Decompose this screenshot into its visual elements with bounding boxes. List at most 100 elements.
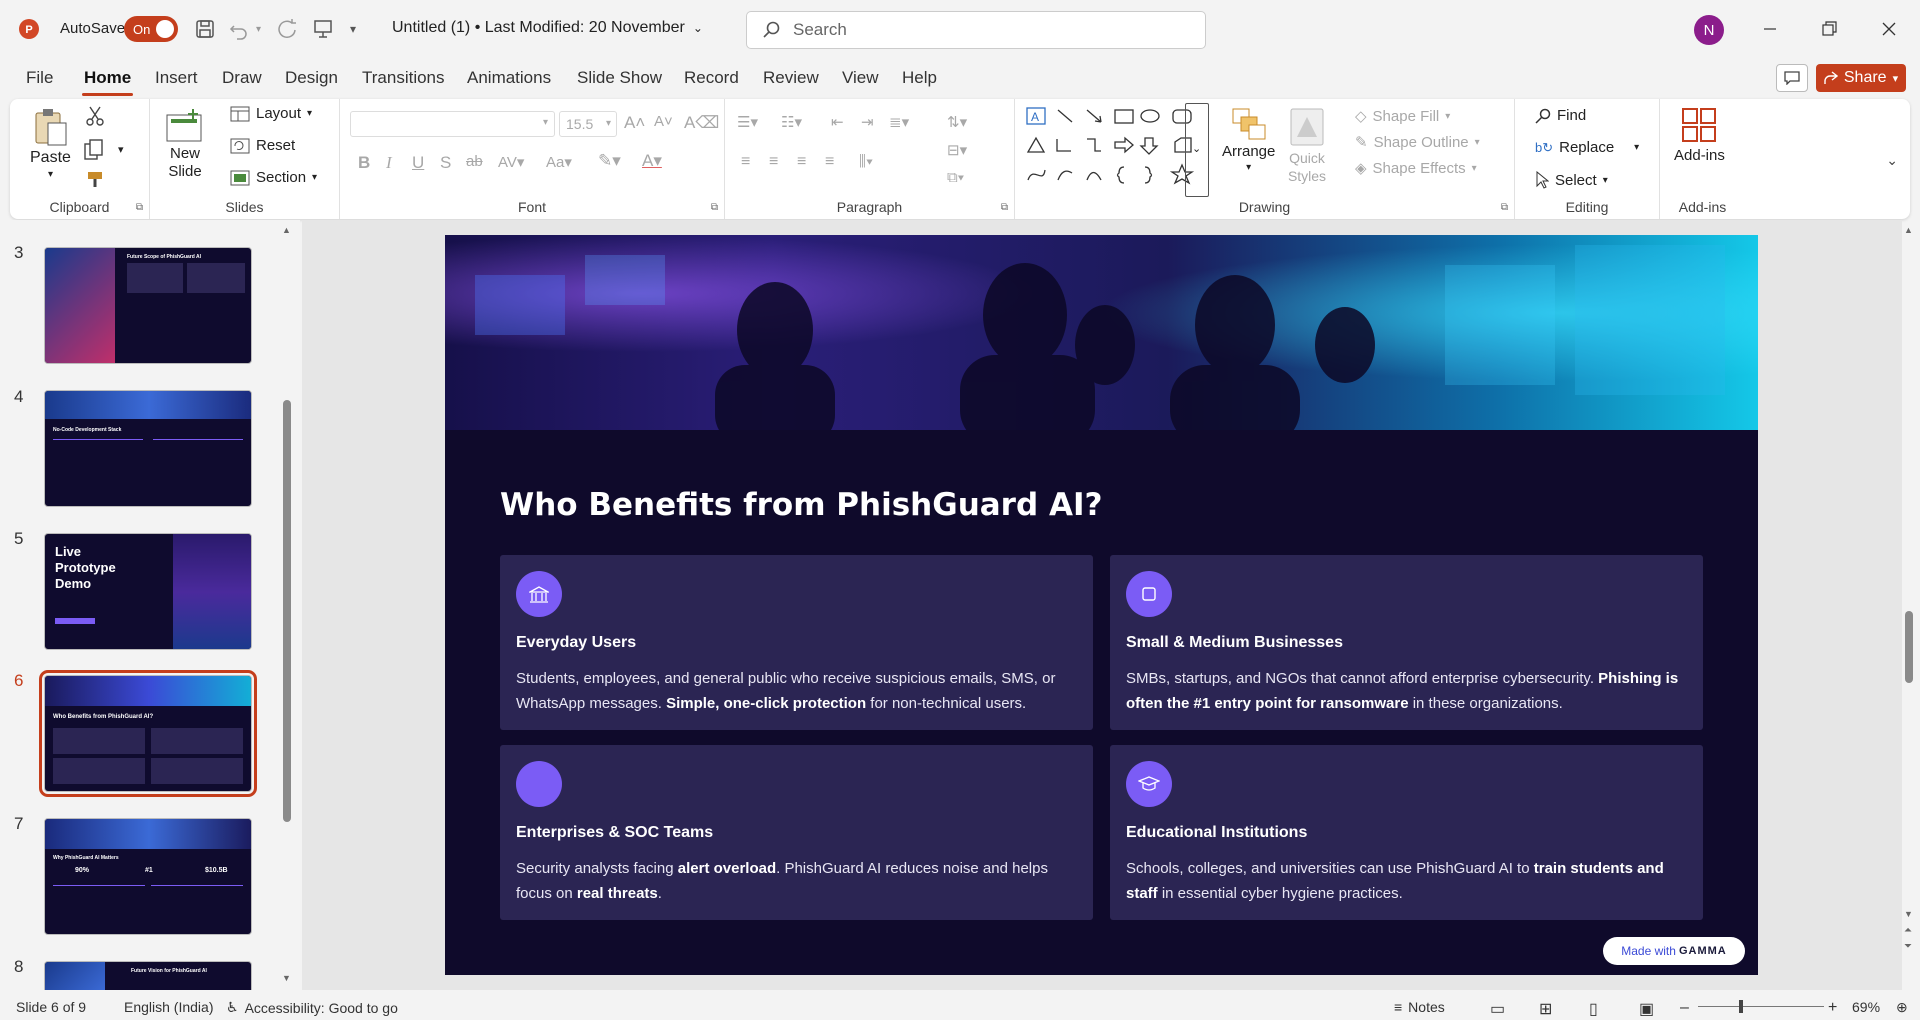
align-right-icon[interactable]: ≡ [797, 153, 806, 171]
benefit-card[interactable]: Enterprises & SOC Teams Security analyst… [500, 745, 1093, 920]
dialog-launcher-icon[interactable]: ⧉ [1501, 202, 1508, 213]
align-center-icon[interactable]: ≡ [769, 153, 778, 171]
new-slide-button[interactable]: New Slide [162, 107, 208, 181]
font-family-select[interactable]: ▾ [350, 111, 555, 137]
tab-record[interactable]: Record [684, 68, 739, 88]
underline-icon[interactable]: U [412, 153, 424, 173]
copy-dropdown-icon[interactable]: ▾ [118, 143, 124, 156]
dialog-launcher-icon[interactable]: ⧉ [1001, 202, 1008, 213]
slideshow-icon[interactable]: ▣ [1639, 999, 1654, 1019]
tab-home[interactable]: Home [81, 68, 134, 96]
slide-count[interactable]: Slide 6 of 9 [16, 999, 86, 1015]
customize-toolbar-icon[interactable]: ▾ [350, 22, 356, 36]
decrease-indent-icon[interactable]: ⇤ [831, 113, 844, 131]
save-icon[interactable] [194, 18, 216, 40]
arrange-button[interactable]: Arrange ▾ [1222, 107, 1275, 173]
align-left-icon[interactable]: ≡ [741, 153, 750, 171]
align-text-icon[interactable]: ⊟▾ [947, 141, 967, 159]
thumbnail-scroll-thumb[interactable] [283, 400, 291, 822]
font-color-icon[interactable]: A▾ [642, 151, 662, 171]
normal-view-icon[interactable]: ▭ [1490, 999, 1505, 1019]
collapse-ribbon-icon[interactable]: ⌄ [1886, 152, 1898, 169]
bullets-icon[interactable]: ☰▾ [737, 113, 758, 131]
section-button[interactable]: Section ▾ [230, 169, 317, 186]
slide-thumbnail-3[interactable]: Future Scope of PhishGuard AI [44, 247, 252, 364]
slide-title[interactable]: Who Benefits from PhishGuard AI? [500, 487, 1102, 523]
italic-icon[interactable]: I [386, 153, 392, 173]
character-spacing-icon[interactable]: AV▾ [498, 153, 524, 171]
tab-design[interactable]: Design [285, 68, 338, 88]
zoom-slider-thumb[interactable] [1739, 1000, 1744, 1013]
replace-button[interactable]: b↻ Replace ▾ [1535, 139, 1639, 156]
current-slide[interactable]: Who Benefits from PhishGuard AI? Everyda… [445, 235, 1758, 975]
scroll-up-icon[interactable]: ▲ [1904, 225, 1913, 235]
zoom-level[interactable]: 69% [1852, 999, 1880, 1015]
undo-dropdown-icon[interactable]: ▾ [256, 24, 261, 35]
tab-transitions[interactable]: Transitions [362, 68, 445, 88]
zoom-in-icon[interactable]: + [1828, 999, 1837, 1017]
benefit-card[interactable]: Educational Institutions Schools, colleg… [1110, 745, 1703, 920]
layout-button[interactable]: Layout ▾ [230, 105, 312, 122]
dialog-launcher-icon[interactable]: ⧉ [711, 202, 718, 213]
autosave-toggle[interactable]: On [124, 16, 178, 42]
reset-button[interactable]: Reset [230, 137, 295, 154]
redo-icon[interactable] [276, 18, 298, 40]
decrease-font-icon[interactable]: A˅ [654, 113, 673, 130]
tab-help[interactable]: Help [902, 68, 937, 88]
benefit-card[interactable]: Small & Medium Businesses SMBs, startups… [1110, 555, 1703, 730]
search-box[interactable]: Search [746, 11, 1206, 49]
minimize-icon[interactable] [1760, 19, 1780, 39]
scroll-down-icon[interactable]: ▼ [1904, 909, 1913, 919]
undo-icon[interactable] [228, 18, 250, 40]
document-title[interactable]: Untitled (1) • Last Modified: 20 Novembe… [392, 19, 703, 37]
slide-thumbnail-8[interactable]: Future Vision for PhishGuard AI [44, 961, 252, 990]
fit-to-window-icon[interactable]: ⊕ [1896, 999, 1908, 1016]
notes-button[interactable]: ≡ Notes [1394, 999, 1445, 1015]
increase-font-icon[interactable]: A˄ [624, 113, 645, 133]
slide-thumbnail-7[interactable]: Why PhishGuard AI Matters 90% #1 $10.5B [44, 818, 252, 935]
text-direction-icon[interactable]: ⇅▾ [947, 113, 967, 131]
copy-icon[interactable] [83, 139, 107, 161]
strikethrough-icon[interactable]: ab [466, 153, 483, 170]
user-avatar[interactable]: N [1694, 15, 1724, 45]
shapes-more-button[interactable]: ⌄ [1185, 103, 1209, 197]
accessibility-status[interactable]: ♿︎ Accessibility: Good to go [226, 999, 398, 1016]
restore-icon[interactable] [1819, 19, 1839, 39]
next-slide-icon[interactable]: ⏷ [1904, 941, 1912, 952]
slide-scroll-thumb[interactable] [1905, 611, 1913, 683]
tab-insert[interactable]: Insert [155, 68, 198, 88]
tab-animations[interactable]: Animations [467, 68, 551, 88]
present-from-start-icon[interactable] [312, 18, 334, 40]
scroll-down-icon[interactable]: ▼ [282, 973, 291, 983]
slide-thumbnail-4[interactable]: No-Code Development Stack [44, 390, 252, 507]
addins-button[interactable]: Add-ins [1674, 107, 1725, 164]
select-button[interactable]: Select ▾ [1535, 171, 1608, 189]
line-spacing-icon[interactable]: ≣▾ [889, 113, 909, 131]
format-painter-icon[interactable] [85, 169, 107, 191]
tab-draw[interactable]: Draw [222, 68, 262, 88]
change-case-icon[interactable]: Aa▾ [546, 153, 572, 171]
shadow-icon[interactable]: S [440, 153, 451, 173]
highlight-icon[interactable]: ✎▾ [598, 151, 621, 171]
tab-file[interactable]: File [26, 68, 53, 88]
reading-view-icon[interactable]: ▯ [1589, 999, 1598, 1019]
tab-slide-show[interactable]: Slide Show [577, 68, 662, 88]
shape-outline-button[interactable]: ✎ Shape Outline ▾ [1355, 133, 1480, 152]
shape-effects-button[interactable]: ◈ Shape Effects ▾ [1355, 159, 1477, 178]
zoom-slider[interactable] [1698, 1000, 1824, 1013]
find-button[interactable]: Find [1535, 107, 1586, 124]
columns-icon[interactable]: ⫼▾ [859, 153, 873, 170]
slide-thumbnail-5[interactable]: Live Prototype Demo [44, 533, 252, 650]
increase-indent-icon[interactable]: ⇥ [861, 113, 874, 131]
smartart-icon[interactable]: ⧉▾ [947, 169, 964, 186]
tab-review[interactable]: Review [763, 68, 819, 88]
language[interactable]: English (India) [124, 999, 214, 1015]
numbering-icon[interactable]: ☷▾ [781, 113, 802, 131]
clear-formatting-icon[interactable]: A⌫ [684, 113, 719, 133]
slide-sorter-icon[interactable]: ⊞ [1539, 999, 1552, 1019]
paste-button[interactable]: Paste ▾ [30, 107, 71, 180]
bold-icon[interactable]: B [358, 153, 370, 173]
tab-view[interactable]: View [842, 68, 879, 88]
made-with-gamma-badge[interactable]: Made with GAMMA [1603, 937, 1745, 965]
zoom-out-icon[interactable]: – [1680, 999, 1689, 1017]
